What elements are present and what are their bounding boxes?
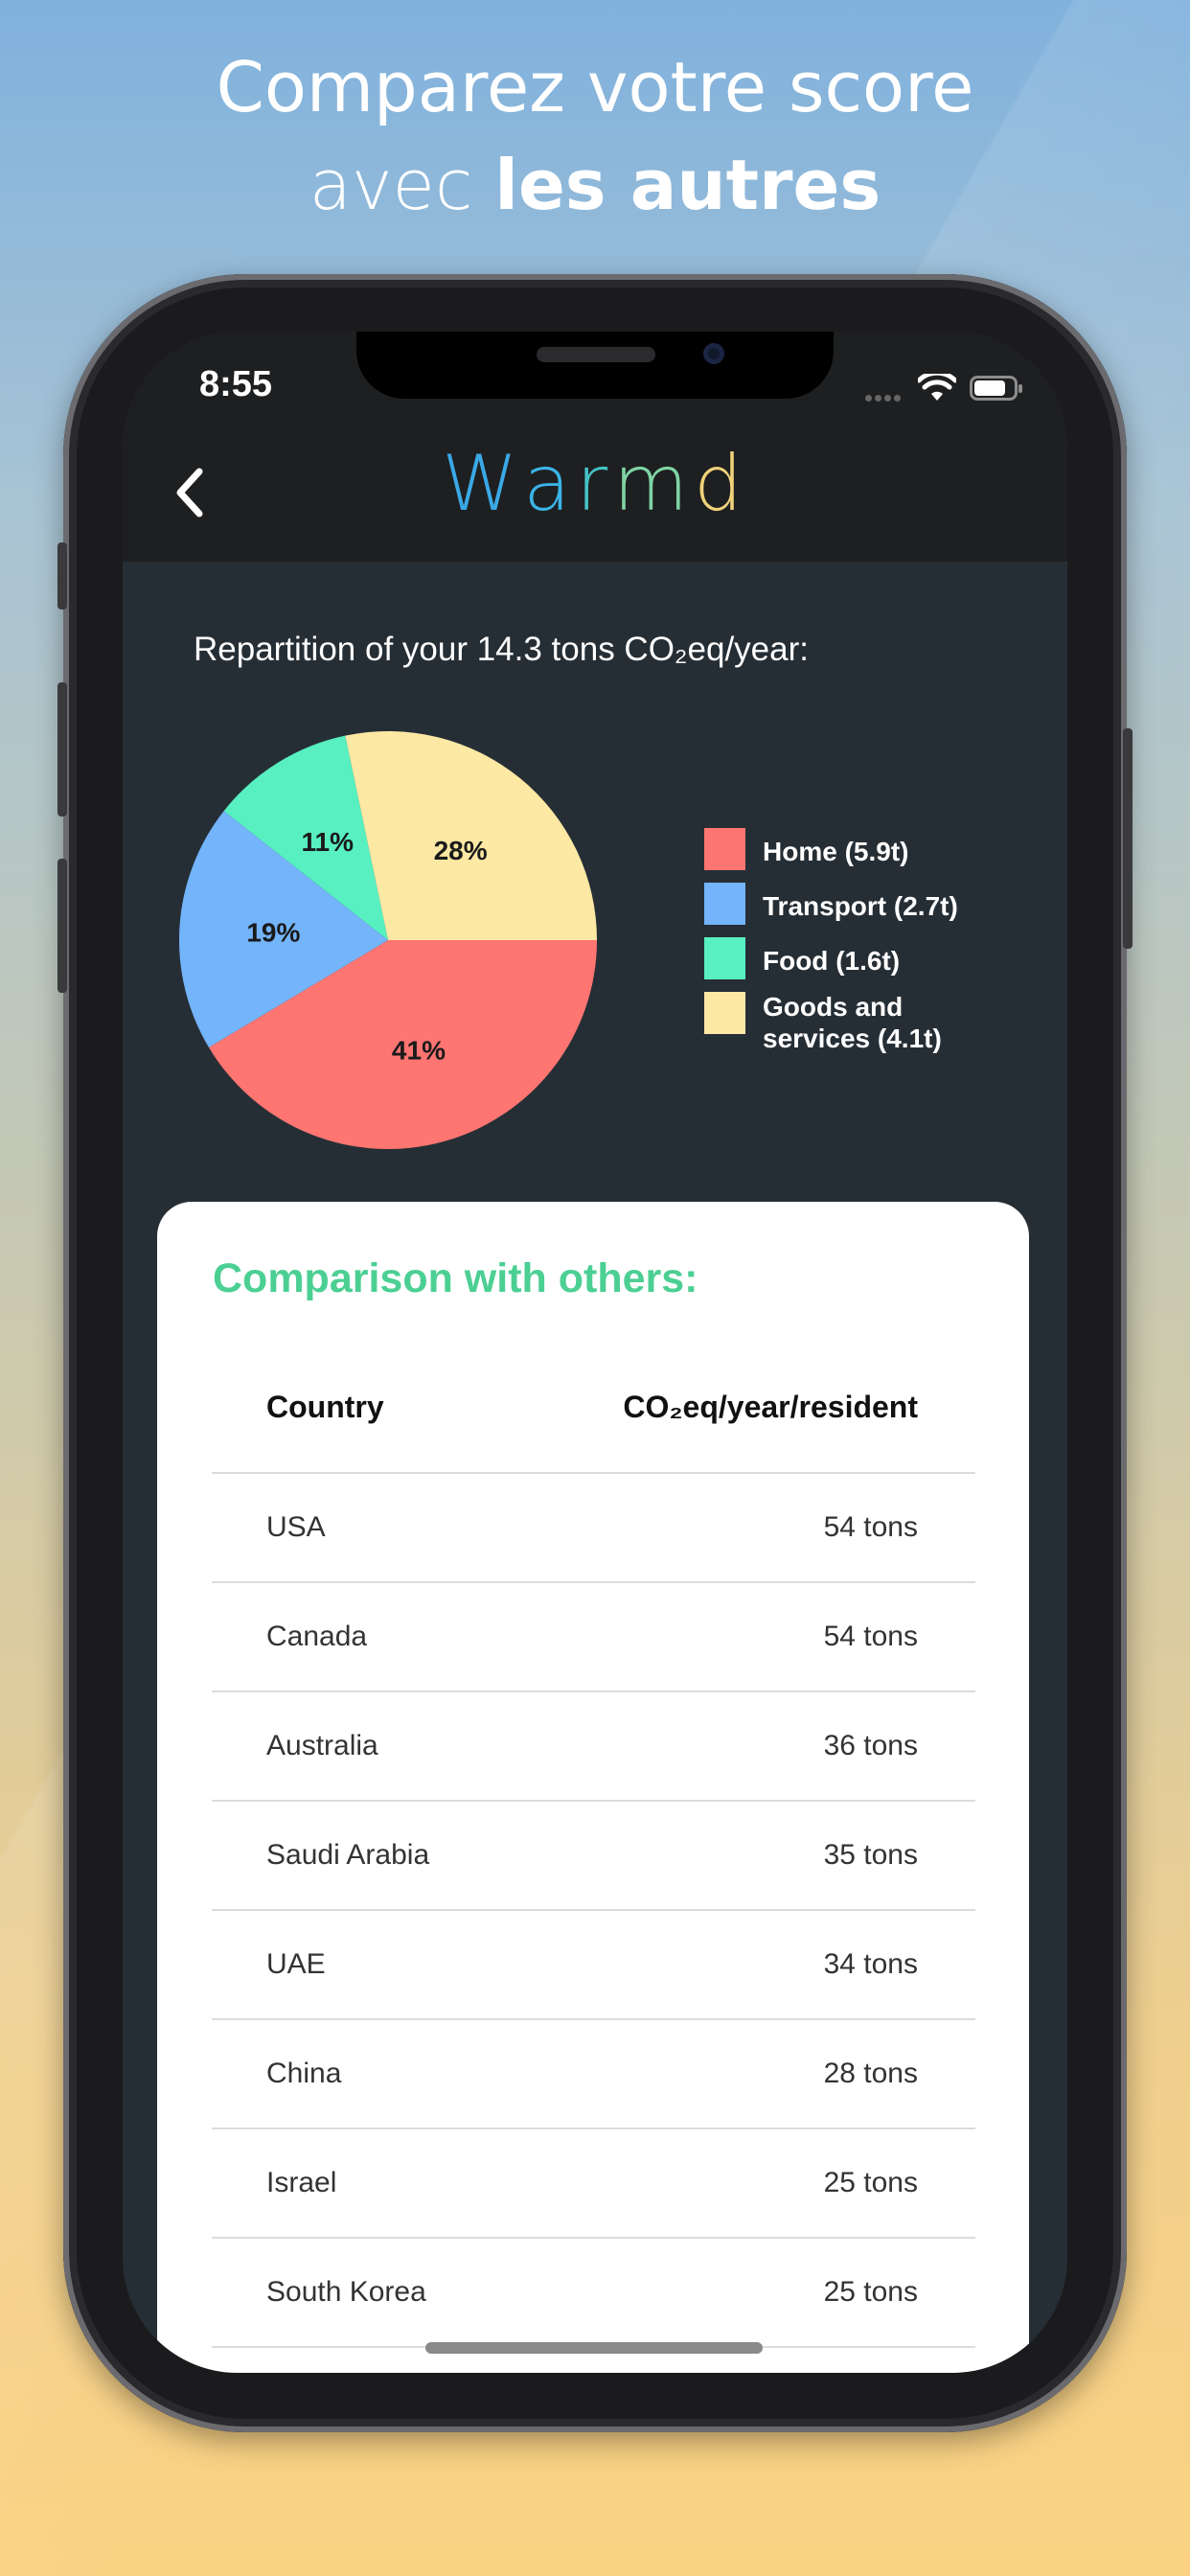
app-title-letter: d xyxy=(694,439,748,528)
app-title: Warmd xyxy=(123,439,1067,528)
phone-volume-down-button xyxy=(57,859,67,993)
row-value: 25 tons xyxy=(823,2276,918,2308)
row-value: 25 tons xyxy=(823,2167,918,2198)
table-body: USA 54 tons Canada 54 tons Australia 36 tons S… xyxy=(212,1474,975,2348)
repartition-title: Repartition of your 14.3 tons CO₂eq/year… xyxy=(194,631,809,668)
app-title-letter: r xyxy=(576,439,614,528)
header-country: Country xyxy=(266,1390,384,1424)
row-country: China xyxy=(266,2058,342,2089)
phone-screen: 8:55 Warmd Repartition of your 14.3 tons… xyxy=(123,332,1067,2373)
phone-volume-up-button xyxy=(57,682,67,816)
table-row: China 28 tons xyxy=(212,2020,975,2129)
comparison-card: Comparison with others: Country CO₂eq/ye… xyxy=(157,1202,1029,2373)
promo-headline-line2: avec les autres xyxy=(0,136,1190,234)
table-row: Australia 36 tons xyxy=(212,1692,975,1802)
table-row: Saudi Arabia 35 tons xyxy=(212,1802,975,1911)
row-country: South Korea xyxy=(266,2276,426,2308)
row-value: 28 tons xyxy=(823,2058,918,2089)
wifi-icon xyxy=(918,374,956,401)
row-country: Australia xyxy=(266,1730,378,1761)
pie-slice-label: 28% xyxy=(434,836,488,865)
pie-slice-label: 41% xyxy=(392,1036,446,1066)
promo-headline-line1: Comparez votre score xyxy=(216,47,974,127)
battery-icon xyxy=(970,376,1022,401)
legend-label: Goods and services (4.1t) xyxy=(763,992,942,1053)
status-time: 8:55 xyxy=(199,364,273,404)
legend-label: Transport (2.7t) xyxy=(763,891,958,921)
row-value: 35 tons xyxy=(823,1839,918,1871)
pie-chart: 41% 19% 11% 28% xyxy=(179,731,597,1149)
phone-silent-switch xyxy=(57,542,67,610)
table-row: Canada 54 tons xyxy=(212,1583,975,1692)
pie-slice-label: 11% xyxy=(302,827,355,857)
table-row: UAE 34 tons xyxy=(212,1911,975,2020)
row-value: 54 tons xyxy=(823,1621,918,1652)
row-value: 54 tons xyxy=(823,1511,918,1543)
row-value: 34 tons xyxy=(823,1948,918,1980)
legend-label: Food (1.6t) xyxy=(763,946,901,976)
phone-notch xyxy=(356,332,834,399)
comparison-table: Country CO₂eq/year/resident USA 54 tons Ca… xyxy=(212,1351,975,2348)
legend-swatch xyxy=(704,937,745,979)
app-title-letter: m xyxy=(613,439,695,528)
app-title-letter: a xyxy=(523,439,577,528)
home-indicator[interactable] xyxy=(425,2342,763,2354)
table-row: Israel 25 tons xyxy=(212,2129,975,2239)
row-country: UAE xyxy=(266,1948,326,1980)
phone-camera xyxy=(703,343,724,364)
phone-speaker xyxy=(537,347,655,362)
app-header: 8:55 Warmd xyxy=(123,332,1067,562)
cellular-signal-icon xyxy=(865,389,904,402)
legend-swatch xyxy=(704,828,745,870)
header-value: CO₂eq/year/resident xyxy=(623,1390,918,1424)
table-row: USA 54 tons xyxy=(212,1474,975,1583)
legend-swatch xyxy=(704,992,745,1034)
phone-power-button xyxy=(1123,728,1133,949)
promo-headline-bold: les autres xyxy=(494,145,881,225)
row-country: Canada xyxy=(266,1621,368,1652)
promo-headline-prefix: avec xyxy=(309,145,495,225)
table-row: South Korea 25 tons xyxy=(212,2239,975,2348)
comparison-title: Comparison with others: xyxy=(213,1255,698,1301)
row-country: Israel xyxy=(266,2167,337,2198)
legend-label: Home (5.9t) xyxy=(763,837,909,866)
row-country: USA xyxy=(266,1511,326,1543)
app-title-letter: W xyxy=(442,439,524,528)
table-header: Country CO₂eq/year/resident xyxy=(212,1351,975,1474)
pie-slice-label: 19% xyxy=(246,917,300,947)
legend-swatch xyxy=(704,883,745,925)
row-country: Saudi Arabia xyxy=(266,1839,430,1871)
row-value: 36 tons xyxy=(823,1730,918,1761)
